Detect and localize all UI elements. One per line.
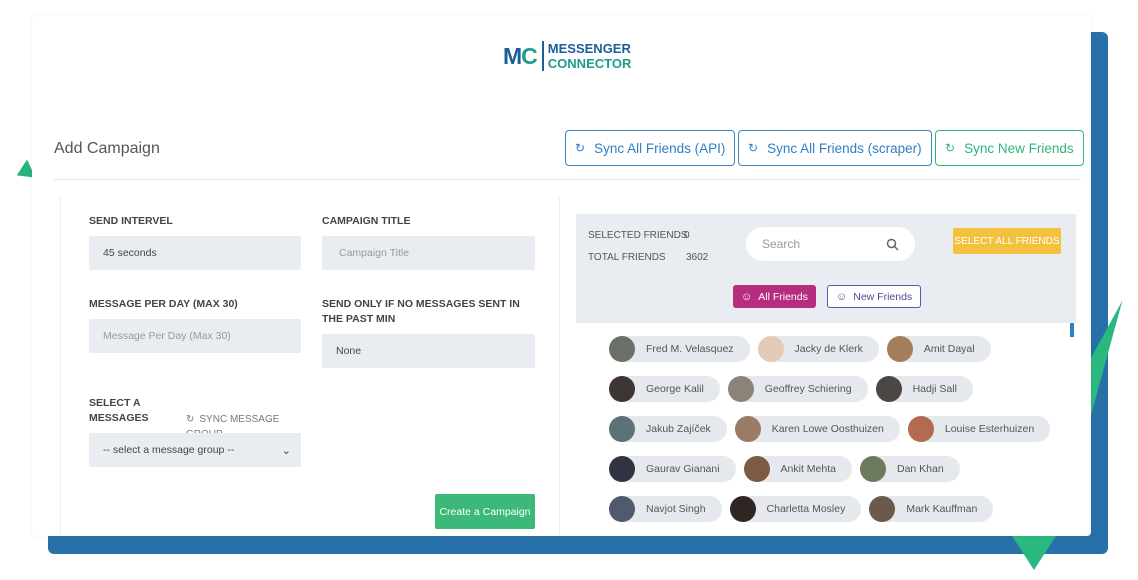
total-friends-count: 3602 [686, 252, 709, 263]
total-friends-stat: TOTAL FRIENDS 3602 [588, 252, 709, 263]
friend-chip[interactable]: Geoffrey Schiering [727, 376, 868, 402]
selected-friends-count: 0 [684, 230, 690, 241]
avatar [609, 376, 635, 402]
friends-list: Fred M. Velasquez Jacky de Klerk Amit Da… [576, 323, 1076, 536]
friend-chip[interactable]: Jacky de Klerk [757, 336, 879, 362]
sync-icon: ↻ [748, 141, 759, 155]
send-interval-label: SEND INTERVEL [89, 215, 173, 227]
header-divider [54, 179, 1081, 180]
tab-new-friends[interactable]: ☺ New Friends [827, 285, 922, 308]
avatar [886, 336, 913, 362]
friends-panel: SELECTED FRIENDS 0 TOTAL FRIENDS 3602 Se… [576, 214, 1076, 536]
sync-icon: ↻ [575, 141, 586, 155]
friend-chip[interactable]: Dan Khan [860, 456, 960, 482]
avatar [907, 416, 934, 442]
friend-chip[interactable]: Ankit Mehta [743, 456, 852, 482]
sync-all-friends-api-button[interactable]: ↻ Sync All Friends (API) [565, 130, 736, 166]
friend-chip[interactable]: Charletta Mosley [729, 496, 862, 522]
friend-chip[interactable]: Navjot Singh [609, 496, 722, 522]
sync-icon: ↻ [186, 414, 195, 425]
decorative-triangle [1012, 536, 1056, 570]
sync-icon: ↻ [945, 141, 956, 155]
app-window: MC MESSENGER CONNECTOR Add Campaign ↻ Sy… [32, 16, 1091, 536]
message-per-day-input[interactable]: Message Per Day (Max 30) [89, 319, 301, 353]
users-icon: ☺ [741, 290, 753, 303]
avatar [609, 416, 635, 442]
avatar [875, 376, 902, 402]
friend-chip[interactable]: Jakub Zajíček [609, 416, 727, 442]
logo-text: MESSENGER CONNECTOR [547, 41, 632, 71]
avatar [609, 336, 635, 362]
friend-chip[interactable]: Hadji Sall [875, 376, 973, 402]
friend-chip[interactable]: Karen Lowe Oosthuizen [734, 416, 900, 442]
send-only-label: SEND ONLY IF NO MESSAGES SENT IN THE PAS… [322, 298, 520, 325]
avatar [609, 456, 635, 482]
avatar [757, 336, 784, 362]
selected-friends-stat: SELECTED FRIENDS 0 [588, 230, 690, 241]
avatar [734, 416, 761, 442]
campaign-title-input[interactable]: Campaign Title [322, 236, 535, 270]
scrollbar[interactable] [1070, 323, 1074, 337]
logo-mark: MC [503, 42, 538, 69]
user-icon: ☺ [836, 290, 848, 303]
friend-chip[interactable]: George Kalil [609, 376, 720, 402]
campaign-form: SEND INTERVEL 45 seconds CAMPAIGN TITLE … [60, 196, 560, 536]
avatar [729, 496, 756, 522]
campaign-title-label: CAMPAIGN TITLE [322, 215, 411, 227]
avatar [743, 456, 770, 482]
friend-chip[interactable]: Fred M. Velasquez [609, 336, 750, 362]
avatar [727, 376, 754, 402]
page-title: Add Campaign [54, 140, 160, 157]
message-group-select[interactable]: -- select a message group -- ⌄ [89, 433, 301, 467]
chevron-down-icon: ⌄ [281, 444, 291, 457]
create-campaign-button[interactable]: Create a Campaign [435, 494, 535, 529]
logo: MC MESSENGER CONNECTOR [503, 41, 631, 71]
friends-row: Fred M. Velasquez Jacky de Klerk Amit Da… [609, 336, 999, 362]
avatar [869, 496, 896, 522]
sync-all-friends-scraper-button[interactable]: ↻ Sync All Friends (scraper) [738, 130, 932, 166]
friend-chip[interactable]: Amit Dayal [886, 336, 991, 362]
friends-row: Navjot Singh Charletta Mosley Mark Kauff… [609, 496, 1001, 522]
select-all-friends-button[interactable]: SELECT ALL FRIENDS [953, 228, 1061, 254]
friend-chip[interactable]: Mark Kauffman [869, 496, 994, 522]
friends-row: Jakub Zajíček Karen Lowe Oosthuizen Loui… [609, 416, 1058, 442]
send-only-field[interactable]: None [322, 334, 535, 368]
send-interval-field[interactable]: 45 seconds [89, 236, 301, 270]
search-icon [886, 238, 899, 251]
logo-divider [541, 41, 544, 71]
sync-new-friends-button[interactable]: ↻ Sync New Friends [935, 130, 1084, 166]
select-messages-label: SELECT A MESSAGES [89, 397, 149, 424]
tab-all-friends[interactable]: ☺ All Friends [733, 285, 816, 308]
friends-row: Gaurav Gianani Ankit Mehta Dan Khan [609, 456, 968, 482]
avatar [860, 456, 886, 482]
friends-row: George Kalil Geoffrey Schiering Hadji Sa… [609, 376, 981, 402]
message-per-day-label: MESSAGE PER DAY (MAX 30) [89, 298, 238, 310]
friend-chip[interactable]: Gaurav Gianani [609, 456, 736, 482]
search-input[interactable]: Search [746, 227, 915, 261]
friend-chip[interactable]: Louise Esterhuizen [907, 416, 1051, 442]
avatar [609, 496, 635, 522]
